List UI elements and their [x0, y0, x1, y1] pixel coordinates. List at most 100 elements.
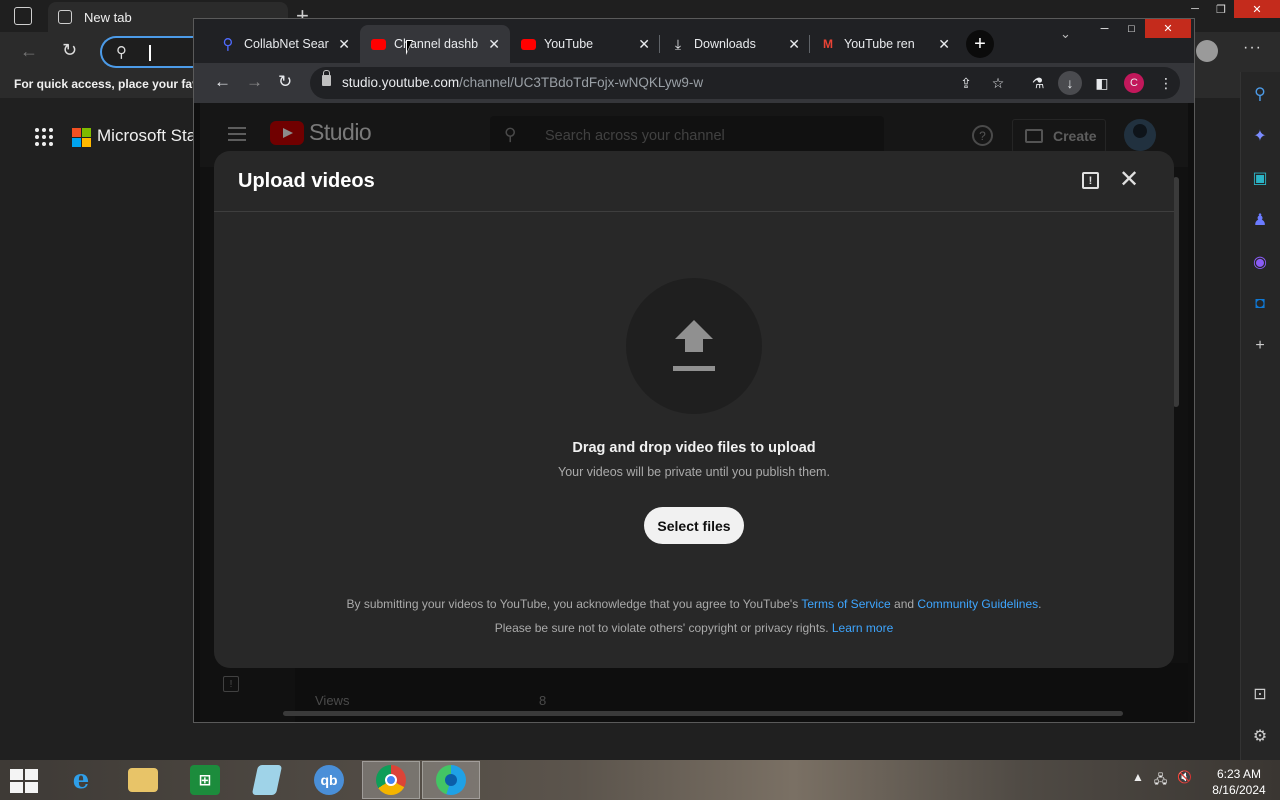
mouse-cursor [406, 40, 417, 55]
back-button[interactable]: ← [20, 41, 38, 62]
close-icon[interactable]: ✕ [1119, 168, 1139, 192]
close-tab-icon[interactable]: ✕ [938, 36, 950, 53]
search-icon: ⚲ [116, 44, 127, 61]
tab-youtube-gmail[interactable]: M YouTube ren ✕ [810, 25, 960, 63]
tab-channel-dashboard[interactable]: Channel dashb ✕ [360, 25, 510, 63]
copyright-notice: Please be sure not to violate others' co… [214, 621, 1174, 635]
profile-avatar[interactable]: C [1124, 73, 1144, 93]
favorites-bar-hint: For quick access, place your favo [14, 77, 207, 91]
upload-arrow-base [673, 366, 715, 371]
url-path: /channel/UC3TBdoTdFojx-wNQKLyw9-w [459, 75, 704, 90]
bookmark-star-icon[interactable]: ☆ [982, 75, 1014, 92]
terms-period: . [1038, 597, 1042, 611]
tab-title: YouTube [544, 37, 594, 51]
copilot-icon[interactable]: ✦ [1250, 126, 1270, 146]
clock-time: 6:23 AM [1216, 767, 1262, 781]
close-tab-icon[interactable]: ✕ [338, 36, 350, 53]
chrome-tab-strip: ⚲ CollabNet Sear ✕ Channel dashb ✕ YouTu… [194, 19, 1194, 63]
search-icon[interactable]: ⚲ [1250, 84, 1270, 104]
dialog-divider [214, 211, 1174, 212]
maximize-button[interactable]: □ [1118, 19, 1145, 38]
network-icon[interactable]: 🖧 [1154, 770, 1167, 791]
clock-date: 8/16/2024 [1212, 783, 1266, 797]
community-guidelines-link[interactable]: Community Guidelines [917, 597, 1038, 611]
tab-youtube[interactable]: YouTube ✕ [510, 25, 660, 63]
shopping-icon[interactable]: ▣ [1250, 168, 1270, 188]
copyright-notice-text: Please be sure not to violate others' co… [494, 621, 829, 635]
learn-more-link[interactable]: Learn more [832, 621, 893, 635]
store-icon: ⊞ [190, 765, 220, 795]
close-window-button[interactable]: ✕ [1234, 0, 1280, 18]
dialog-title: Upload videos [238, 170, 375, 192]
side-panel-icon[interactable]: ◧ [1086, 75, 1118, 92]
close-tab-icon[interactable]: ✕ [488, 36, 500, 53]
outlook-icon[interactable]: ◘ [1250, 294, 1270, 314]
labs-flask-icon[interactable]: ⚗ [1022, 75, 1054, 92]
downloads-icon[interactable]: ↓ [1058, 71, 1082, 95]
store-app[interactable]: ⊞ [176, 761, 234, 799]
add-icon[interactable]: + [1250, 336, 1270, 356]
file-explorer-app[interactable] [114, 761, 172, 799]
url-host: studio.youtube.com [342, 75, 460, 90]
tab-downloads[interactable]: ⤓ Downloads ✕ [660, 25, 810, 63]
edge-window-controls: ─ ❐ ✕ [1182, 0, 1280, 18]
tab-collabnet-search[interactable]: ⚲ CollabNet Sear ✕ [210, 25, 360, 63]
tab-title: CollabNet Sear [244, 37, 329, 51]
edge-address-bar[interactable]: ⚲ [100, 36, 200, 68]
notepad-app[interactable] [238, 761, 296, 799]
profile-avatar[interactable] [1196, 40, 1218, 62]
hide-sidebar-icon[interactable]: ⊡ [1250, 684, 1270, 704]
close-tab-icon[interactable]: ✕ [788, 36, 800, 53]
horizontal-scrollbar[interactable] [283, 711, 1123, 716]
toolbar-actions: ⚗ ↓ ◧ C ⋮ [1022, 67, 1182, 99]
forward-button[interactable]: → [246, 72, 263, 92]
send-feedback-icon[interactable]: ! [1082, 172, 1099, 189]
edge-icon [436, 765, 466, 795]
microsoft-start-label[interactable]: Microsoft Sta [97, 126, 196, 146]
select-files-button[interactable]: Select files [644, 507, 744, 544]
new-tab-button[interactable]: + [966, 30, 994, 58]
back-button[interactable]: ← [214, 72, 231, 92]
menu-icon[interactable]: ⋮ [1150, 75, 1182, 92]
gmail-icon: M [823, 37, 833, 51]
volume-muted-icon[interactable]: 🔇 [1177, 770, 1192, 791]
new-tab-icon [58, 10, 72, 24]
terms-and-text: and [894, 597, 915, 611]
edge-app[interactable] [422, 761, 480, 799]
tab-actions-icon[interactable] [14, 7, 32, 25]
settings-icon[interactable]: ⚙ [1250, 726, 1270, 746]
upload-icon [675, 320, 713, 339]
minimize-button[interactable]: ─ [1182, 0, 1208, 18]
internet-explorer-app[interactable]: e [52, 761, 110, 799]
system-clock[interactable]: 6:23 AM 8/16/2024 [1206, 766, 1272, 798]
chrome-icon [376, 765, 406, 795]
chrome-window-controls: ─ □ ✕ [1091, 19, 1191, 38]
restore-button[interactable]: ❐ [1208, 0, 1234, 18]
refresh-button[interactable]: ↻ [62, 40, 77, 61]
minimize-button[interactable]: ─ [1091, 19, 1118, 38]
start-button[interactable] [10, 769, 38, 793]
tab-search-icon[interactable]: ⌄ [1060, 26, 1071, 42]
address-bar-actions: ⇪ ☆ [950, 67, 1014, 99]
show-hidden-icons-icon[interactable]: ▲ [1132, 770, 1144, 791]
qbittorrent-app[interactable]: qb [300, 761, 358, 799]
url-text: studio.youtube.com/channel/UC3TBdoTdFojx… [342, 75, 703, 90]
youtube-icon [520, 36, 536, 52]
chrome-app[interactable] [362, 761, 420, 799]
tab-title: Downloads [694, 37, 756, 51]
terms-notice-text: By submitting your videos to YouTube, yo… [346, 597, 799, 611]
people-icon[interactable]: ♟ [1250, 210, 1270, 230]
share-icon[interactable]: ⇪ [950, 75, 982, 92]
reload-button[interactable]: ↻ [278, 72, 292, 92]
close-window-button[interactable]: ✕ [1145, 19, 1191, 38]
upload-drop-target[interactable] [626, 278, 762, 414]
terms-of-service-link[interactable]: Terms of Service [801, 597, 890, 611]
terms-notice: By submitting your videos to YouTube, yo… [214, 597, 1174, 611]
more-menu-icon[interactable]: ··· [1243, 39, 1262, 57]
folder-icon [128, 768, 158, 792]
games-icon[interactable]: ◉ [1250, 252, 1270, 272]
app-launcher-icon[interactable] [35, 128, 53, 146]
close-tab-icon[interactable]: ✕ [638, 36, 650, 53]
qbittorrent-icon: qb [314, 765, 344, 795]
lock-icon[interactable] [322, 70, 331, 86]
